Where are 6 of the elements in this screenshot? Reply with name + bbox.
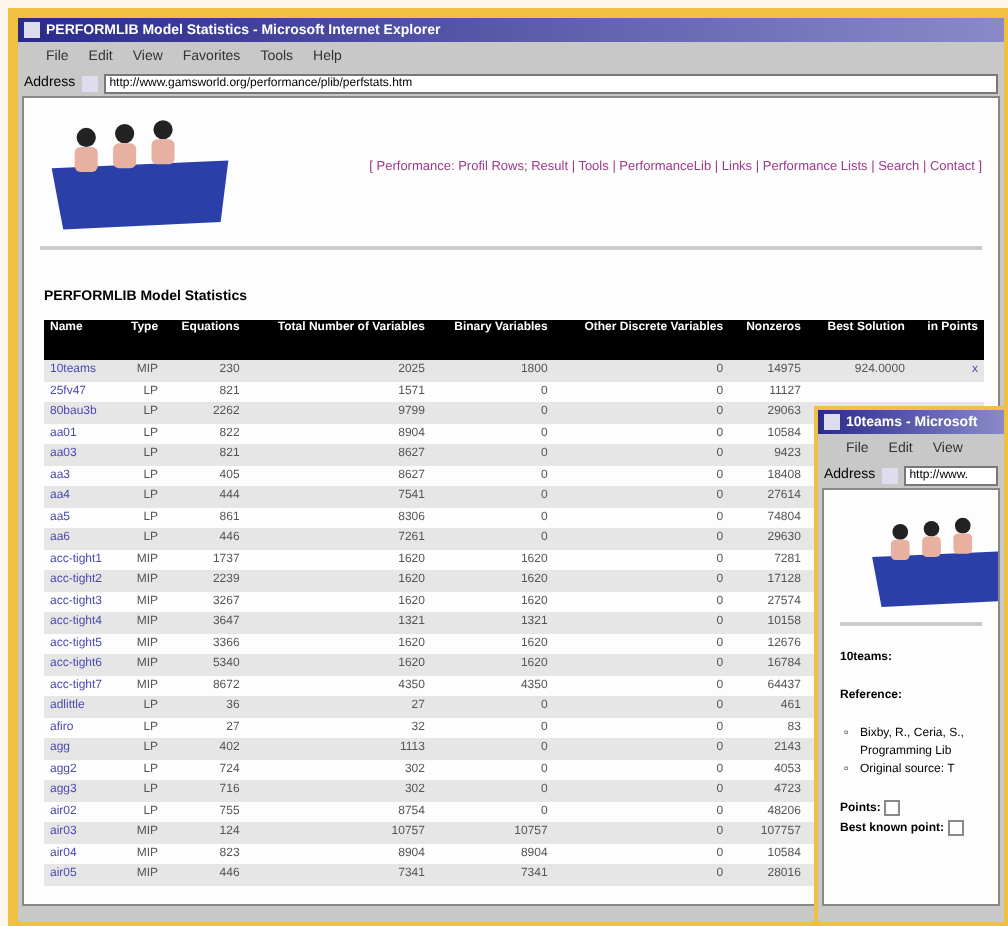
file-icon[interactable] [884,800,901,816]
browser-icon [24,22,40,38]
file-icon[interactable] [947,819,964,836]
browser-icon [824,414,840,430]
page-icon [81,75,98,91]
page-icon [881,467,898,483]
